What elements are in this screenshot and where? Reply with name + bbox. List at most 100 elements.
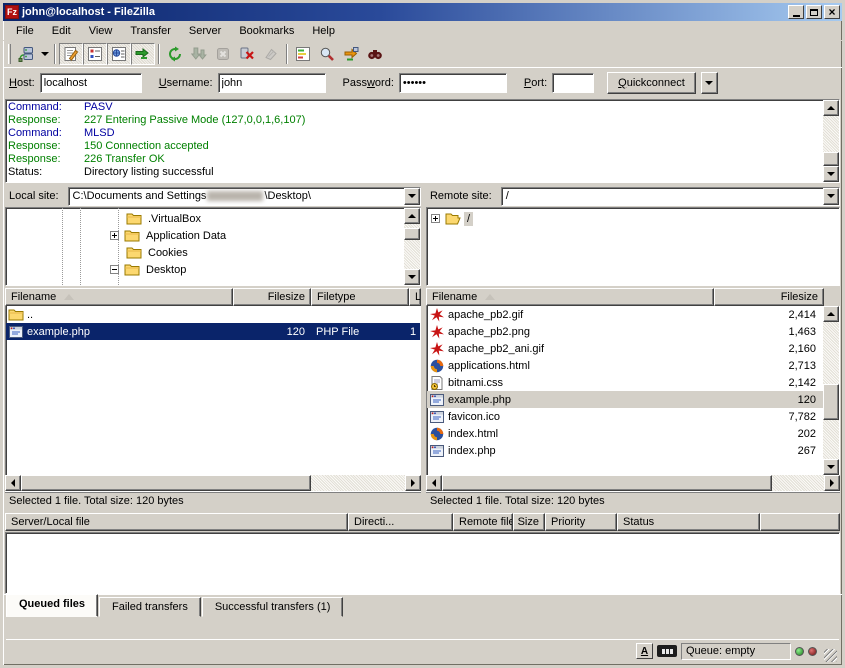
queue-col-direction[interactable]: Directi...	[348, 513, 453, 531]
local-site-combobox[interactable]: C:\Documents and Settings\Desktop\	[68, 187, 421, 206]
directory-comparison-button[interactable]	[291, 43, 315, 65]
scroll-thumb[interactable]	[823, 384, 839, 420]
local-tree-scrollbar[interactable]	[404, 208, 420, 285]
toggle-remote-tree-button[interactable]	[107, 43, 131, 65]
remote-row[interactable]: applications.html2,713	[427, 357, 823, 374]
remote-row[interactable]: apache_pb2_ani.gif2,160	[427, 340, 823, 357]
local-hscrollbar[interactable]	[5, 475, 421, 491]
scroll-thumb[interactable]	[442, 475, 772, 491]
css-file-icon	[429, 375, 445, 391]
file-search-button[interactable]	[315, 43, 339, 65]
search-icon	[319, 46, 335, 62]
menu-help[interactable]: Help	[303, 23, 344, 39]
quickconnect-button[interactable]: Quickconnect	[607, 72, 696, 94]
menu-server[interactable]: Server	[180, 23, 230, 39]
remote-row[interactable]: bitnami.css2,142	[427, 374, 823, 391]
site-manager-dropdown[interactable]	[38, 43, 51, 65]
remote-row[interactable]: favicon.ico7,782	[427, 408, 823, 425]
local-row-parent-dir[interactable]: ..	[6, 306, 420, 323]
host-input[interactable]	[40, 73, 142, 93]
site-manager-button[interactable]	[14, 43, 38, 65]
local-status-text: Selected 1 file. Total size: 120 bytes	[5, 491, 421, 512]
close-button[interactable]: ×	[824, 5, 840, 19]
scroll-thumb[interactable]	[823, 152, 839, 166]
queue-col-status[interactable]: Status	[617, 513, 760, 531]
disconnect-button[interactable]	[235, 43, 259, 65]
tree-item-application-data[interactable]: Application Data	[110, 227, 229, 244]
html-file-icon	[429, 358, 445, 374]
queue-col-remote-file[interactable]: Remote file	[453, 513, 513, 531]
reconnect-button[interactable]	[259, 43, 283, 65]
scroll-down-icon[interactable]	[823, 459, 839, 475]
local-site-dropdown[interactable]	[404, 188, 420, 205]
remote-row[interactable]: apache_pb2.gif2,414	[427, 306, 823, 323]
local-col-filesize[interactable]: Filesize	[233, 288, 311, 306]
toolbar-separator	[286, 44, 288, 64]
queue-col-priority[interactable]: Priority	[545, 513, 617, 531]
minimize-button[interactable]	[788, 5, 804, 19]
expand-icon[interactable]	[431, 214, 440, 223]
local-col-filename[interactable]: Filename	[5, 288, 233, 306]
toggle-message-log-button[interactable]	[59, 43, 83, 65]
port-label: Port:	[524, 77, 547, 89]
maximize-button[interactable]	[806, 5, 822, 19]
tab-queued-files[interactable]: Queued files	[6, 594, 98, 617]
remote-hscrollbar[interactable]	[426, 475, 840, 491]
tree-item-cookies[interactable]: Cookies	[124, 244, 191, 261]
remote-row-selected[interactable]: example.php120	[427, 391, 823, 408]
toggle-local-tree-button[interactable]	[83, 43, 107, 65]
scroll-left-icon[interactable]	[426, 475, 442, 491]
scroll-up-icon[interactable]	[823, 100, 839, 116]
collapse-icon[interactable]	[110, 265, 119, 274]
local-row-example-php[interactable]: example.php 120 PHP File 1	[6, 323, 420, 340]
menu-edit[interactable]: Edit	[43, 23, 80, 39]
tab-failed-transfers[interactable]: Failed transfers	[99, 597, 201, 617]
scroll-thumb[interactable]	[404, 228, 420, 240]
toolbar-grip[interactable]	[8, 44, 11, 64]
scroll-down-icon[interactable]	[404, 269, 420, 285]
password-input[interactable]	[399, 73, 507, 93]
tab-successful-transfers[interactable]: Successful transfers (1)	[202, 597, 344, 617]
menu-file[interactable]: File	[7, 23, 43, 39]
scroll-left-icon[interactable]	[5, 475, 21, 491]
port-input[interactable]	[552, 73, 594, 93]
username-input[interactable]	[218, 73, 326, 93]
filter-button[interactable]	[363, 43, 387, 65]
toggle-transfer-queue-button[interactable]	[131, 43, 155, 65]
remote-list-scrollbar[interactable]	[823, 306, 839, 475]
synchronized-browsing-button[interactable]	[339, 43, 363, 65]
menu-bookmarks[interactable]: Bookmarks	[230, 23, 303, 39]
scroll-up-icon[interactable]	[823, 306, 839, 322]
scroll-right-icon[interactable]	[405, 475, 421, 491]
data-type-icon[interactable]: A	[636, 643, 653, 659]
remote-row[interactable]: apache_pb2.png1,463	[427, 323, 823, 340]
tree-item-root[interactable]: /	[431, 210, 473, 227]
expand-icon[interactable]	[110, 231, 119, 240]
log-scrollbar[interactable]	[823, 100, 839, 182]
cancel-button[interactable]	[211, 43, 235, 65]
remote-row[interactable]: index.html202	[427, 425, 823, 442]
remote-col-filename[interactable]: Filename	[426, 288, 714, 306]
speed-limit-icon[interactable]	[657, 645, 677, 657]
local-col-lastmodified[interactable]: L	[409, 288, 421, 306]
queue-col-size[interactable]: Size	[513, 513, 545, 531]
tree-item-virtualbox[interactable]: .VirtualBox	[124, 210, 204, 227]
menu-transfer[interactable]: Transfer	[121, 23, 180, 39]
scroll-right-icon[interactable]	[824, 475, 840, 491]
quickconnect-dropdown[interactable]	[701, 72, 718, 94]
local-col-filetype[interactable]: Filetype	[311, 288, 409, 306]
feather-file-icon	[429, 341, 445, 357]
scroll-up-icon[interactable]	[404, 208, 420, 224]
remote-row[interactable]: index.php267	[427, 442, 823, 459]
resize-grip[interactable]	[824, 649, 837, 662]
refresh-button[interactable]	[163, 43, 187, 65]
queue-col-server-local-file[interactable]: Server/Local file	[5, 513, 348, 531]
scroll-thumb[interactable]	[21, 475, 311, 491]
menu-view[interactable]: View	[80, 23, 122, 39]
remote-site-combobox[interactable]: /	[501, 187, 840, 206]
scroll-down-icon[interactable]	[823, 166, 839, 182]
tree-item-desktop[interactable]: Desktop	[110, 261, 189, 278]
process-queue-button[interactable]	[187, 43, 211, 65]
remote-col-filesize[interactable]: Filesize	[714, 288, 824, 306]
remote-site-dropdown[interactable]	[823, 188, 839, 205]
